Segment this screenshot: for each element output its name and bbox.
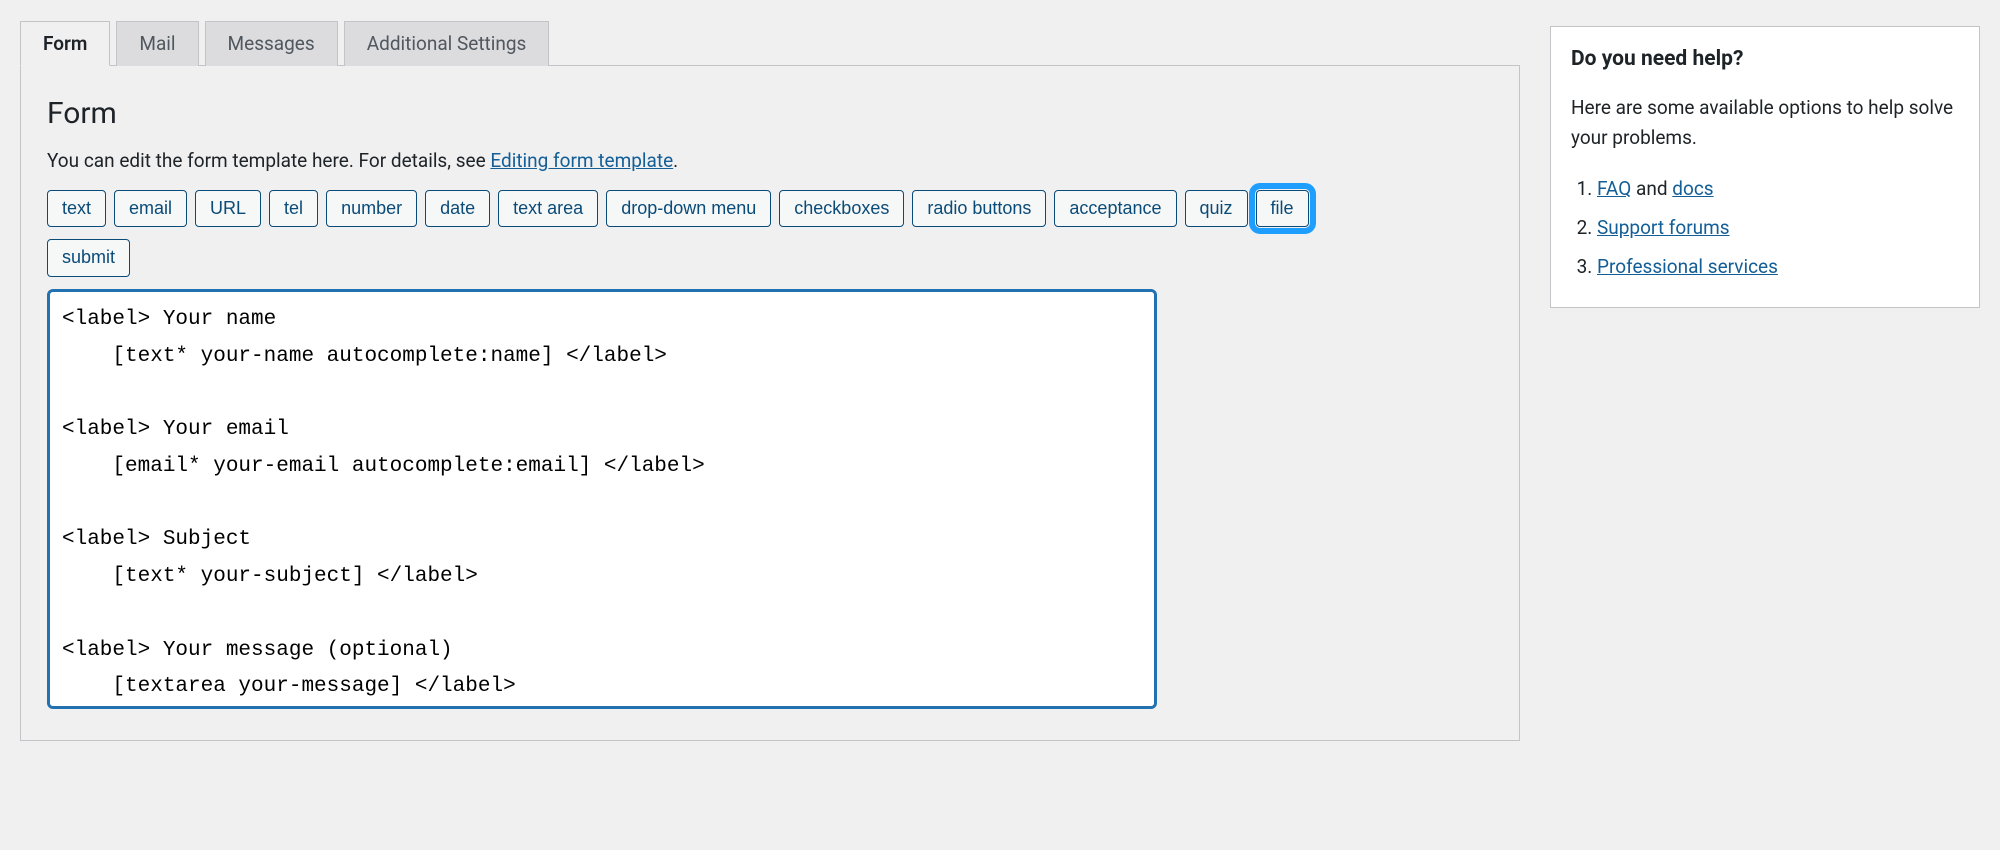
faq-link[interactable]: FAQ — [1597, 177, 1631, 200]
panel-description: You can edit the form template here. For… — [47, 149, 1493, 172]
tag-dropdown-button[interactable]: drop-down menu — [606, 190, 771, 227]
editing-form-template-link[interactable]: Editing form template — [490, 149, 673, 172]
support-forums-link[interactable]: Support forums — [1597, 216, 1730, 239]
form-panel: Form You can edit the form template here… — [20, 65, 1520, 741]
tag-generator-row: text email URL tel number date text area… — [47, 190, 1493, 227]
help-options-list: FAQ and docs Support forums Professional… — [1597, 170, 1959, 287]
tag-checkboxes-button[interactable]: checkboxes — [779, 190, 904, 227]
tab-form[interactable]: Form — [20, 21, 110, 66]
panel-tabs: Form Mail Messages Additional Settings — [20, 21, 1520, 66]
help-title: Do you need help? — [1571, 47, 1959, 71]
tag-generator-row-2: submit — [47, 239, 1493, 276]
panel-heading: Form — [47, 96, 1493, 131]
tag-text-button[interactable]: text — [47, 190, 106, 227]
tag-textarea-button[interactable]: text area — [498, 190, 598, 227]
tag-email-button[interactable]: email — [114, 190, 187, 227]
help-intro: Here are some available options to help … — [1571, 93, 1959, 154]
tag-submit-button[interactable]: submit — [47, 239, 130, 276]
docs-link[interactable]: docs — [1672, 177, 1713, 200]
form-template-editor[interactable] — [47, 289, 1157, 709]
tag-acceptance-button[interactable]: acceptance — [1054, 190, 1176, 227]
help-sidebar: Do you need help? Here are some availabl… — [1550, 26, 1980, 308]
tag-date-button[interactable]: date — [425, 190, 490, 227]
help-item-faq-docs: FAQ and docs — [1597, 170, 1959, 209]
help-item-support: Support forums — [1597, 209, 1959, 248]
tab-mail[interactable]: Mail — [116, 21, 198, 66]
tag-radio-button[interactable]: radio buttons — [912, 190, 1046, 227]
tag-file-button[interactable]: file — [1256, 190, 1309, 227]
tab-additional-settings[interactable]: Additional Settings — [344, 21, 550, 66]
tag-quiz-button[interactable]: quiz — [1185, 190, 1248, 227]
tag-number-button[interactable]: number — [326, 190, 417, 227]
help-item-professional: Professional services — [1597, 248, 1959, 287]
tag-tel-button[interactable]: tel — [269, 190, 318, 227]
tab-messages[interactable]: Messages — [205, 21, 338, 66]
tag-url-button[interactable]: URL — [195, 190, 261, 227]
professional-services-link[interactable]: Professional services — [1597, 255, 1778, 278]
